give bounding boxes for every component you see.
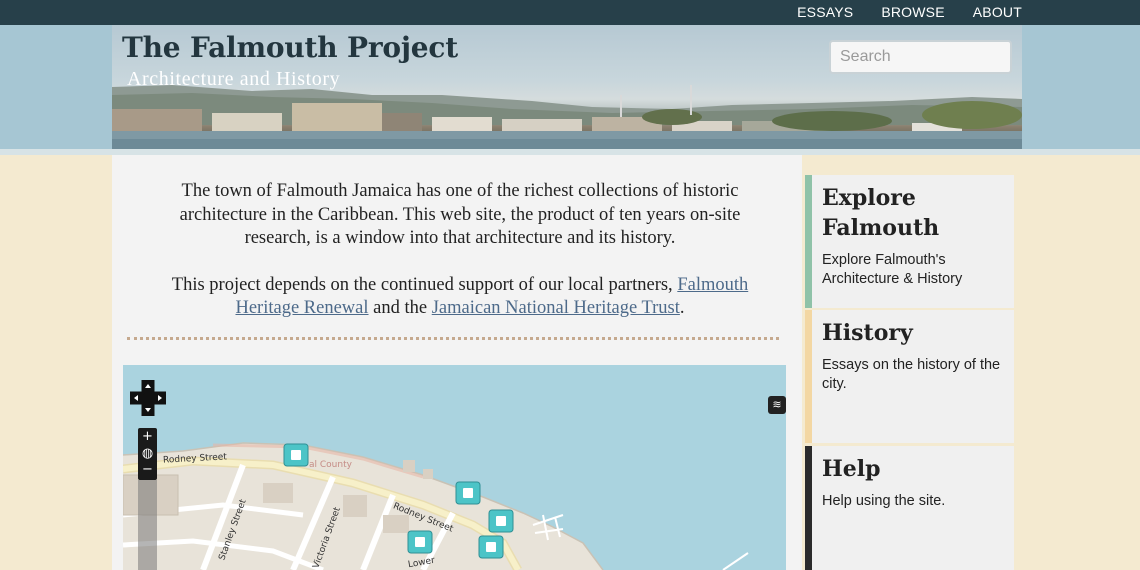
site-title[interactable]: The Falmouth Project	[122, 31, 458, 64]
zoom-out-button[interactable]: −	[138, 462, 157, 478]
card-accent-bar	[805, 175, 812, 308]
nav-essays-link[interactable]: ESSAYS	[769, 0, 853, 25]
partners-paragraph: This project depends on the continued su…	[150, 274, 770, 321]
card-title[interactable]: Help	[822, 454, 1004, 484]
map-area-label: al County	[309, 460, 352, 470]
zoom-in-button[interactable]: +	[138, 429, 157, 445]
top-navigation: ESSAYS BROWSE ABOUT	[0, 0, 1140, 25]
map-pan-control[interactable]	[130, 380, 166, 416]
card-accent-bar	[805, 310, 812, 443]
card-description: Help using the site.	[822, 493, 946, 509]
nav-links: ESSAYS BROWSE ABOUT	[769, 0, 1022, 25]
partners-text-start: This project depends on the continued su…	[171, 274, 678, 295]
card-accent-bar	[805, 446, 812, 570]
card-description: Explore Falmouth's Architecture & Histor…	[822, 252, 963, 287]
zoom-slider[interactable]	[138, 480, 157, 570]
map-zoom-control: + ◍ −	[138, 428, 157, 480]
jamaican-national-heritage-trust-link[interactable]: Jamaican National Heritage Trust	[432, 298, 680, 318]
section-divider	[127, 337, 779, 340]
nav-browse-link[interactable]: BROWSE	[853, 0, 944, 25]
card-title[interactable]: Explore Falmouth	[822, 183, 1004, 243]
sidebar-card-help[interactable]: Help Help using the site.	[805, 446, 1014, 570]
search-input[interactable]	[829, 40, 1012, 74]
globe-icon[interactable]: ◍	[138, 446, 157, 462]
sidebar-card-explore[interactable]: Explore Falmouth Explore Falmouth's Arch…	[805, 175, 1014, 308]
card-description: Essays on the history of the city.	[822, 357, 1001, 392]
card-title[interactable]: History	[822, 318, 1004, 348]
layers-icon[interactable]: ≋	[768, 396, 786, 414]
nav-about-link[interactable]: ABOUT	[945, 0, 1022, 25]
site-subtitle: Architecture and History	[127, 68, 341, 90]
sidebar-card-history[interactable]: History Essays on the history of the cit…	[805, 310, 1014, 443]
intro-text: The town of Falmouth Jamaica has one of …	[150, 180, 770, 321]
intro-paragraph: The town of Falmouth Jamaica has one of …	[179, 181, 741, 248]
partners-text-middle: and the	[368, 298, 432, 318]
map[interactable]: Rodney Street Rodney Street Stanley Stre…	[123, 365, 786, 570]
partners-text-end: .	[679, 298, 685, 318]
